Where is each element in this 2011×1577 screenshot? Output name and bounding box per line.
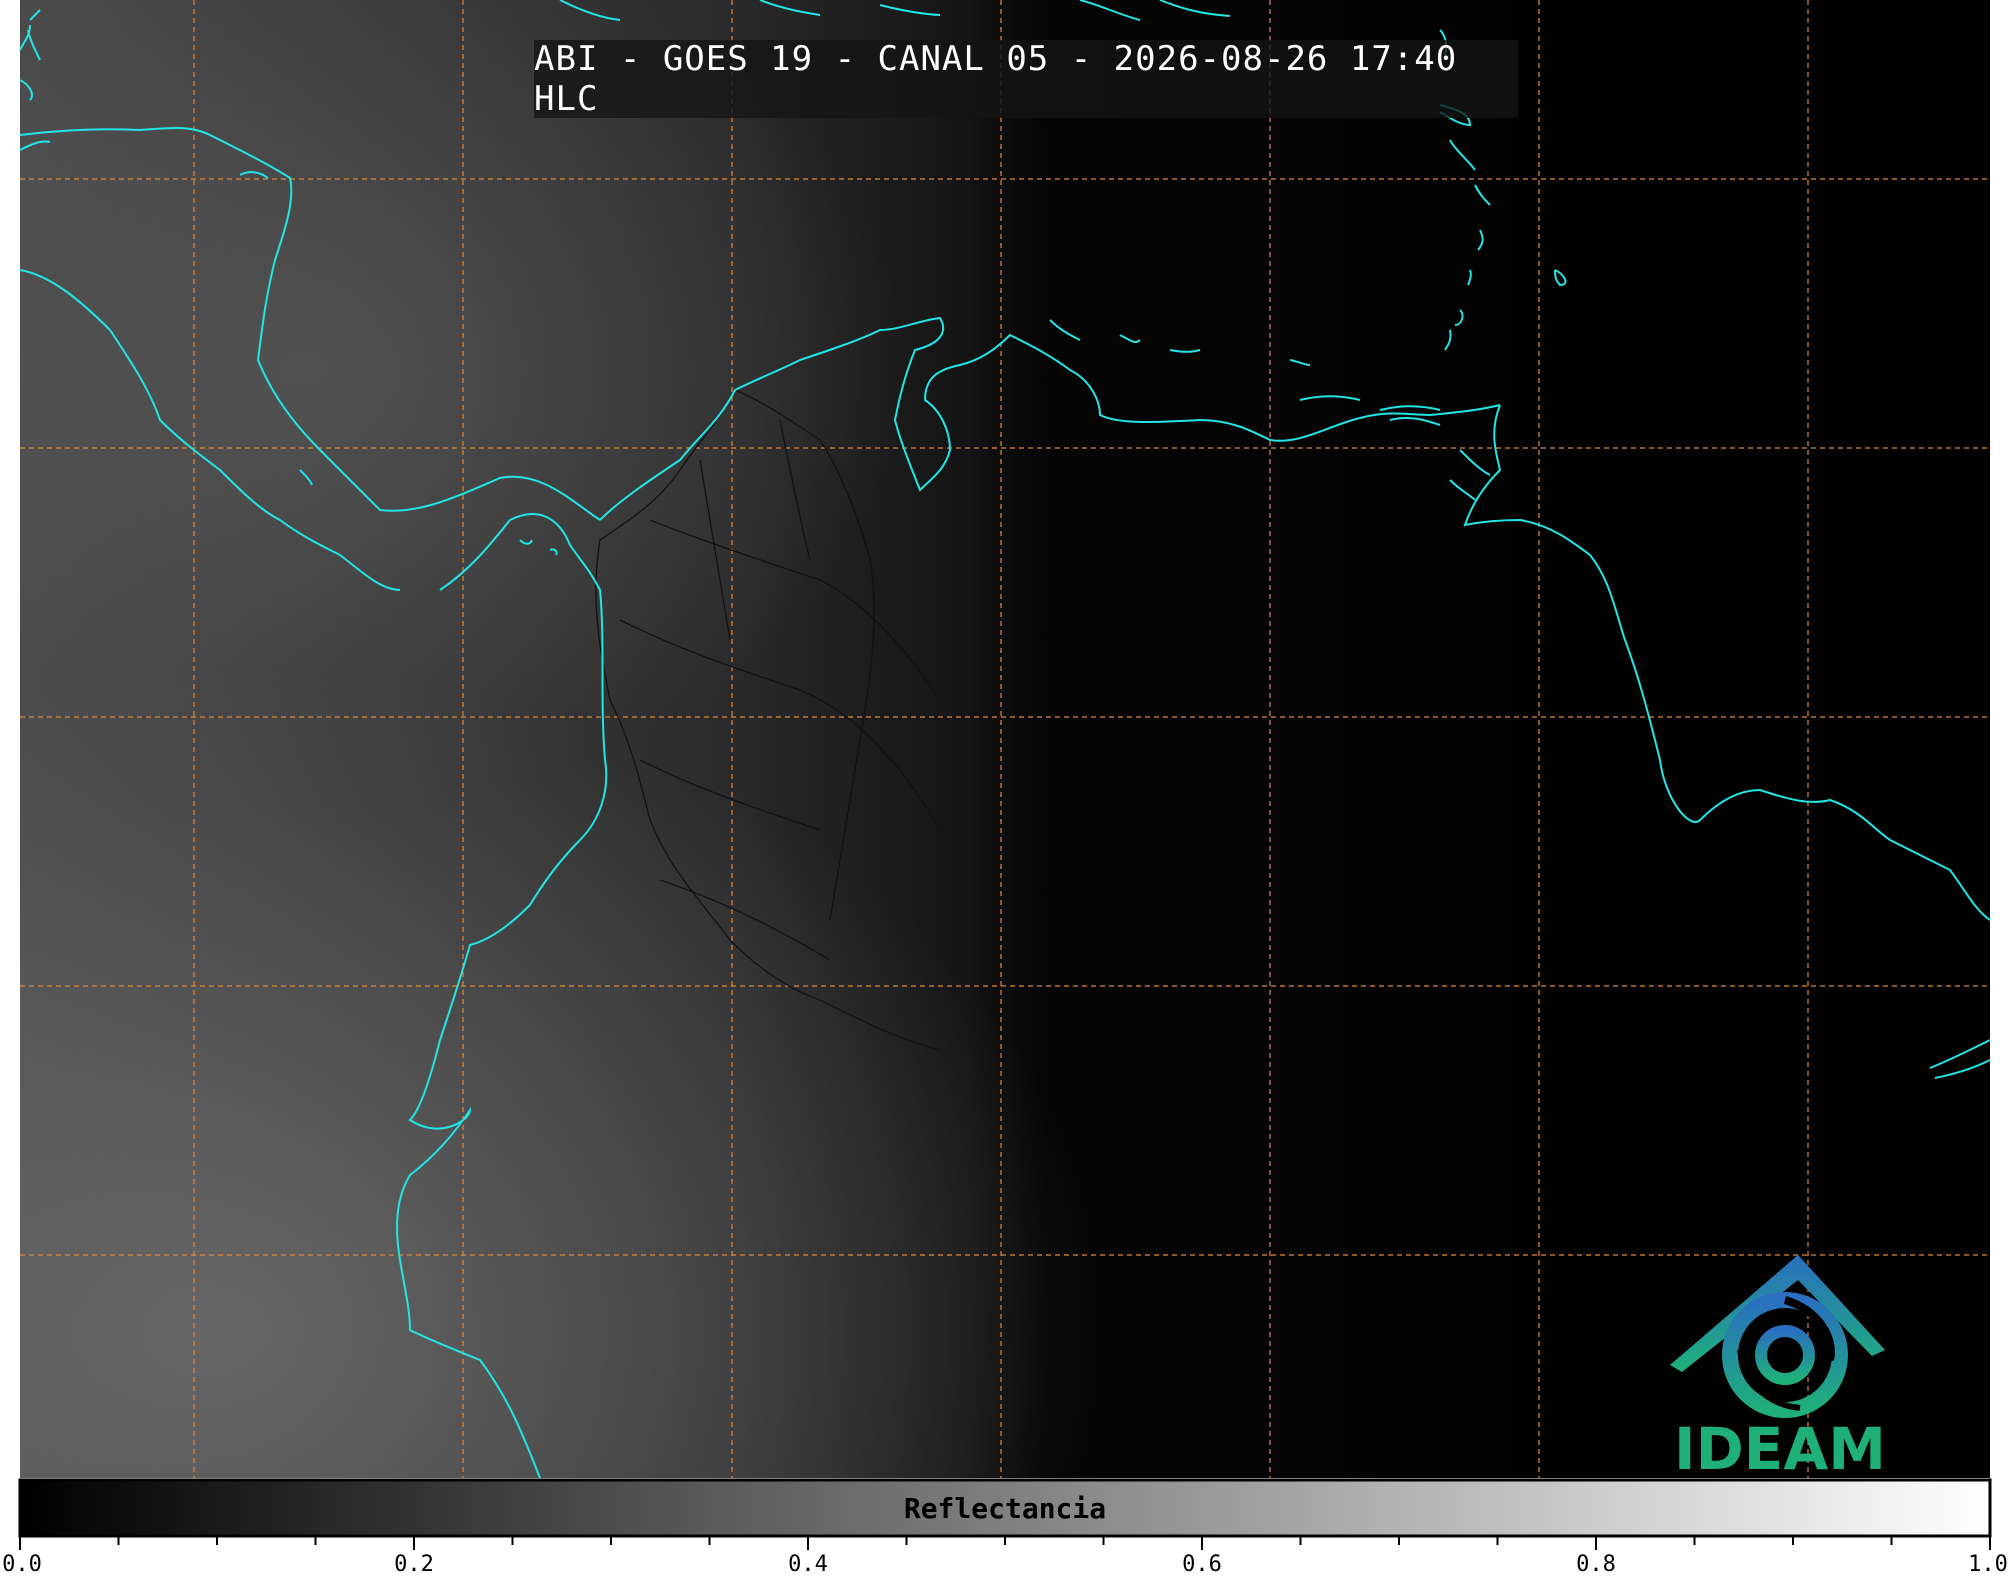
colorbar-tick-label: 0.4 [788,1552,828,1577]
ideam-logo-icon [1670,1255,1885,1418]
colorbar-tick-label: 0.0 [2,1552,42,1577]
colorbar-tick-label: 0.6 [1182,1552,1222,1577]
ideam-logo: IDEAM [1660,1250,1900,1483]
colorbar-tick-label: 0.2 [394,1552,434,1577]
image-title: ABI - GOES 19 - CANAL 05 - 2026-08-26 17… [534,39,1518,119]
colorbar-tick-label: 1.0 [1968,1552,2008,1577]
colorbar-tick-label: 0.8 [1576,1552,1616,1577]
colorbar-ticks [19,1536,1991,1550]
colorbar-label: Reflectancia [903,1491,1107,1525]
ideam-logo-text: IDEAM [1674,1415,1886,1483]
